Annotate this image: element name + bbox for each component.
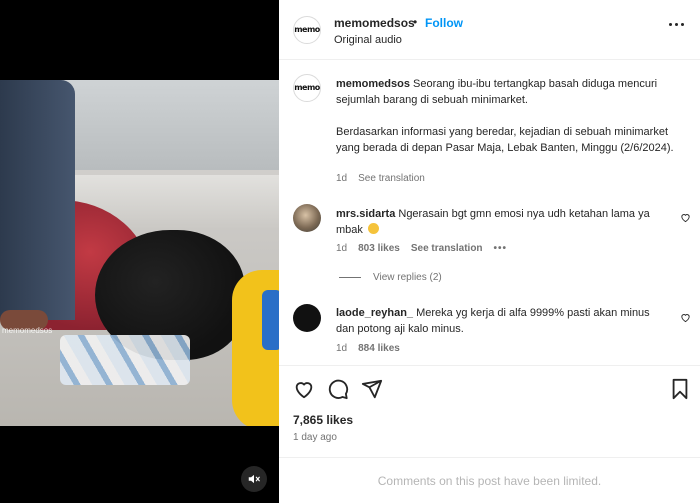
comment-like-heart-icon[interactable] <box>680 312 691 323</box>
caption-age: 1d <box>336 173 348 184</box>
comment-likes[interactable]: 803 likes <box>358 243 400 254</box>
speaker-muted-icon <box>248 474 260 484</box>
comment-translate-link[interactable]: See translation <box>411 243 483 254</box>
post-panel: memo memomedsos • Follow Original audio … <box>279 0 700 503</box>
video-bottles <box>60 335 190 385</box>
view-replies-label: View replies (2) <box>373 272 442 283</box>
bookmark-icon[interactable] <box>669 378 691 400</box>
memo-logo: memo <box>294 83 320 92</box>
more-options-icon[interactable] <box>669 18 689 30</box>
post-actions: 7,865 likes 1 day ago <box>279 365 700 458</box>
caption-avatar[interactable]: memo <box>293 74 321 102</box>
video-figure-standing <box>0 80 75 320</box>
caption-text: memomedsos Seorang ibu-ibu tertangkap ba… <box>336 76 676 156</box>
memo-logo: memo <box>294 25 320 34</box>
video-chair-detail <box>262 290 279 350</box>
comment-text: mrs.sidarta Ngerasain bgt gmn emosi nya … <box>336 206 666 238</box>
caption-translate-link[interactable]: See translation <box>358 173 425 184</box>
caption-meta: 1d See translation <box>336 173 425 184</box>
caption-paragraph-2: Berdasarkan informasi yang beredar, keja… <box>336 126 674 154</box>
commenter-avatar[interactable] <box>293 204 321 232</box>
comment-username[interactable]: laode_reyhan_ <box>336 307 413 319</box>
comment-meta: 1d 884 likes <box>336 343 400 354</box>
comment-age: 1d <box>336 243 348 254</box>
post-header: memo memomedsos • Follow Original audio <box>279 0 700 60</box>
video-player[interactable]: memomedsos <box>0 80 279 426</box>
share-icon[interactable] <box>361 378 383 400</box>
video-background-wall <box>40 80 279 170</box>
post-time[interactable]: 1 day ago <box>293 432 337 443</box>
comment-text: laode_reyhan_ Mereka yg kerja di alfa 99… <box>336 305 666 337</box>
header-separator: • <box>413 15 418 29</box>
comment-icon[interactable] <box>327 378 349 400</box>
video-panel: memomedsos <box>0 0 279 503</box>
commenter-avatar[interactable] <box>293 304 321 332</box>
mute-button[interactable] <box>241 466 267 492</box>
comment-like-heart-icon[interactable] <box>680 212 691 223</box>
comment-likes[interactable]: 884 likes <box>358 343 400 354</box>
likes-count[interactable]: 7,865 likes <box>293 413 353 427</box>
follow-button[interactable]: Follow <box>425 16 463 30</box>
audio-label[interactable]: Original audio <box>334 34 402 46</box>
replies-divider <box>339 277 361 278</box>
caption-username[interactable]: memomedsos <box>336 78 410 90</box>
view-replies-button[interactable]: View replies (2) <box>339 272 442 283</box>
author-username[interactable]: memomedsos <box>334 16 415 30</box>
comment-meta: 1d 803 likes See translation ••• <box>336 243 507 254</box>
comment-age: 1d <box>336 343 348 354</box>
author-avatar[interactable]: memo <box>293 16 321 44</box>
comments-limited-notice: Comments on this post have been limited. <box>377 474 602 488</box>
disappointed-face-icon <box>367 223 379 234</box>
comment-username[interactable]: mrs.sidarta <box>336 208 395 220</box>
comment-more-icon[interactable]: ••• <box>494 243 508 254</box>
heart-icon[interactable] <box>293 378 315 400</box>
video-watermark: memomedsos <box>2 326 53 335</box>
